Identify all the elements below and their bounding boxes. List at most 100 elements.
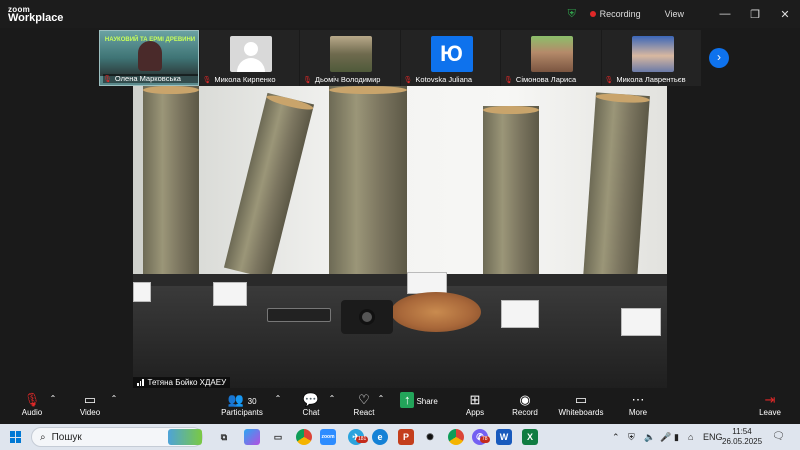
- participants-label: Participants: [221, 408, 263, 417]
- minimize-icon[interactable]: —: [710, 8, 740, 20]
- edge-icon[interactable]: e: [372, 429, 388, 445]
- wood-log: [483, 106, 539, 302]
- participant-name: Kotovska Juliana: [415, 75, 473, 84]
- search-icon: ⌕: [40, 431, 46, 443]
- search-placeholder: Пошук: [51, 431, 82, 443]
- battery-icon[interactable]: ▮: [674, 432, 679, 443]
- next-page-chevron-icon[interactable]: ›: [709, 48, 729, 68]
- record-label: Record: [512, 408, 538, 417]
- whiteboards-label: Whiteboards: [558, 408, 604, 417]
- word-icon[interactable]: W: [496, 429, 512, 445]
- recording-label: Recording: [599, 9, 641, 19]
- microphone-icon[interactable]: 🎤: [660, 432, 671, 443]
- participant-tile[interactable]: Ю 🎙 Kotovska Juliana: [400, 30, 501, 86]
- logo-line2: Workplace: [8, 12, 64, 24]
- participant-name: Дьоміч Володимир: [314, 75, 381, 84]
- more-button[interactable]: ⋯ More: [608, 392, 668, 417]
- system-clock[interactable]: 11:54 26.05.2025: [722, 427, 762, 447]
- mic-muted-icon: 🎙: [202, 76, 212, 84]
- share-button[interactable]: ↑ Share: [389, 392, 449, 408]
- meeting-controls: 🎙 Audio ⌃ ▭ Video ⌃ 👥 30 Participants ⌃ 💬…: [0, 388, 800, 424]
- view-button[interactable]: View: [665, 9, 684, 19]
- participants-icon: 👥 30: [227, 392, 257, 407]
- record-icon: ◉: [519, 392, 531, 407]
- participant-name: Микола Кирпенко: [214, 75, 276, 84]
- participant-photo: [330, 36, 373, 72]
- task-view-icon[interactable]: ⧉: [216, 429, 232, 445]
- zoom-logo: zoom Workplace: [8, 5, 64, 24]
- participant-tile[interactable]: 🎙 Микола Лаврентьєв: [601, 30, 702, 86]
- windows-taskbar: ⌕ Пошук ⧉ ▭ zoom ✈ 181 e P ✺ ✆ 78 W X ⌃ …: [0, 424, 800, 450]
- show-hidden-icons-chevron-icon[interactable]: ⌃: [612, 432, 620, 443]
- wood-cross-section: [391, 292, 481, 332]
- participant-gallery: НАУКОВИЙ ТА ЕРМІ ДРЕВИНИ 🎙 Олена Марковсь…: [99, 30, 702, 86]
- leave-button[interactable]: ⇥ Leave: [740, 392, 800, 417]
- mic-muted-icon: 🎙: [504, 76, 513, 84]
- participant-tile[interactable]: 🎙 Сімонова Лариса: [501, 30, 601, 86]
- copilot-icon[interactable]: [244, 429, 260, 445]
- notifications-icon[interactable]: 🗨: [772, 431, 785, 442]
- close-icon[interactable]: ✕: [770, 8, 800, 21]
- leave-label: Leave: [759, 408, 781, 417]
- file-explorer-icon[interactable]: ▭: [270, 429, 286, 445]
- mic-muted-icon: 🎙: [103, 75, 112, 83]
- react-options-caret-icon[interactable]: ⌃: [376, 394, 386, 403]
- video-label: Video: [79, 408, 101, 417]
- specimen-label: [407, 272, 447, 294]
- audio-label: Audio: [21, 408, 43, 417]
- participant-photo: [531, 36, 574, 72]
- share-label: Share: [416, 397, 438, 406]
- specimen-label: [621, 308, 661, 336]
- telegram-badge: 181: [356, 436, 369, 443]
- video-options-caret-icon[interactable]: ⌃: [109, 394, 119, 403]
- excel-icon[interactable]: X: [522, 429, 538, 445]
- chrome-icon[interactable]: [296, 429, 312, 445]
- mic-muted-icon: 🎙: [604, 76, 614, 84]
- participants-count: 30: [247, 397, 257, 406]
- record-button[interactable]: ◉ Record: [495, 392, 555, 417]
- language-indicator[interactable]: ENG: [703, 432, 723, 442]
- specimen-label: [213, 282, 247, 306]
- speaker-icon[interactable]: 🔈: [644, 432, 655, 443]
- active-speaker-name: Тетяна Бойко ХДАЕУ: [147, 378, 227, 387]
- powerpoint-icon[interactable]: P: [398, 429, 414, 445]
- react-label: React: [353, 408, 375, 417]
- recording-dot-icon: [589, 11, 596, 17]
- camera-object: [341, 300, 393, 334]
- participant-tile[interactable]: НАУКОВИЙ ТА ЕРМІ ДРЕВИНИ 🎙 Олена Марковсь…: [99, 30, 199, 86]
- participant-name: Микола Лаврентьєв: [616, 75, 686, 84]
- chatgpt-icon[interactable]: ✺: [422, 429, 438, 445]
- wood-log: [329, 86, 407, 291]
- zoom-app-icon[interactable]: zoom: [320, 429, 336, 445]
- apps-label: Apps: [465, 408, 485, 417]
- default-avatar-icon: [229, 36, 272, 72]
- wood-log: [143, 86, 199, 276]
- specimen-label: [501, 300, 539, 328]
- mic-muted-icon: 🎙: [403, 76, 413, 84]
- search-highlight-icon[interactable]: [168, 429, 202, 445]
- security-icon[interactable]: ⛨: [628, 432, 635, 443]
- letter-avatar: Ю: [430, 36, 473, 72]
- chrome-profile-icon[interactable]: [448, 429, 464, 445]
- participant-name: Олена Марковська: [114, 74, 181, 83]
- leave-door-icon: ⇥: [764, 392, 776, 407]
- participant-tile[interactable]: 🎙 Дьоміч Володимир: [300, 30, 400, 86]
- participant-figure: [138, 41, 162, 71]
- more-dots-icon: ⋯: [631, 392, 645, 407]
- active-speaker-label: Тетяна Бойко ХДАЕУ: [133, 377, 231, 388]
- restore-icon[interactable]: ❐: [740, 8, 770, 21]
- windows-start-icon[interactable]: [10, 431, 22, 443]
- clock-date: 26.05.2025: [722, 437, 763, 446]
- whiteboards-button[interactable]: ▭ Whiteboards: [551, 392, 611, 417]
- participant-tile[interactable]: 🎙 Микола Кирпенко: [199, 30, 300, 86]
- audio-options-caret-icon[interactable]: ⌃: [48, 394, 58, 403]
- more-label: More: [628, 408, 648, 417]
- specimen-label: [133, 282, 151, 302]
- recording-indicator[interactable]: Recording: [589, 9, 641, 19]
- share-arrow-icon: ↑: [400, 392, 415, 408]
- display-device: [267, 308, 331, 322]
- encryption-shield-icon[interactable]: ⛨: [568, 8, 580, 20]
- network-icon[interactable]: ⌂: [688, 432, 693, 442]
- participants-button[interactable]: 👥 30 Participants: [212, 392, 272, 417]
- participant-name: Сімонова Лариса: [515, 75, 577, 84]
